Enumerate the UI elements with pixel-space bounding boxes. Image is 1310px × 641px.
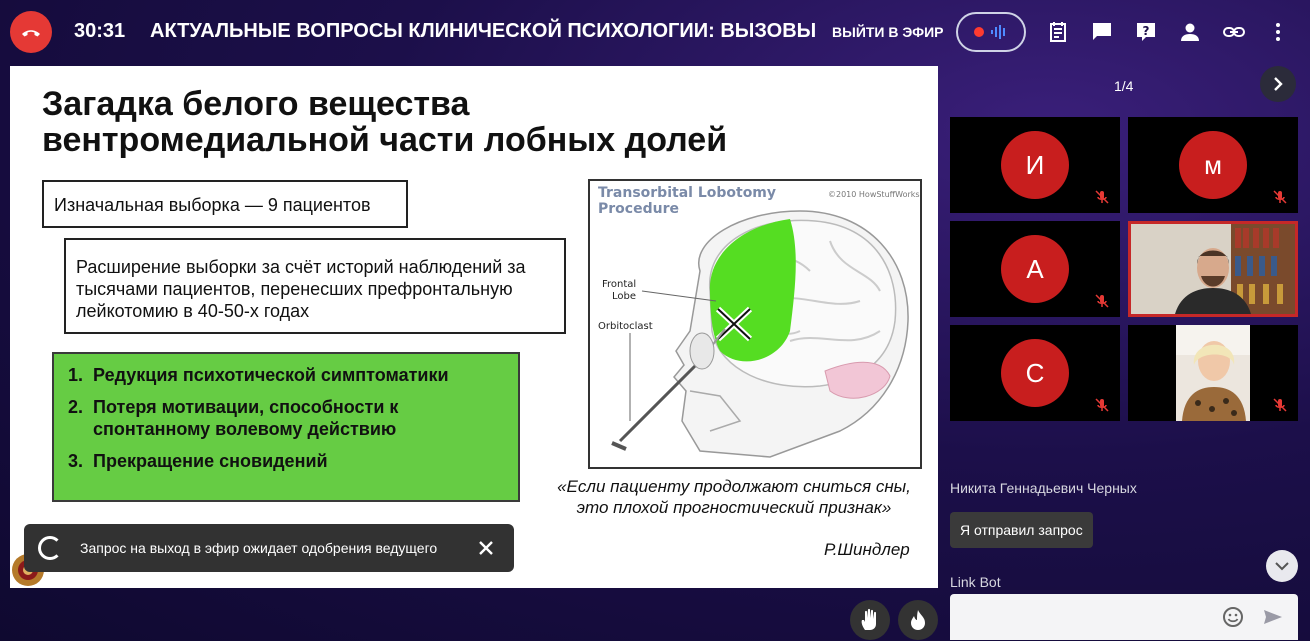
link-icon [1223,27,1245,37]
raise-hand-button[interactable] [850,600,890,640]
bot-name: Link Bot [950,574,1001,590]
audio-wave-icon [991,25,1005,39]
participant-tile[interactable] [1128,325,1298,421]
send-icon[interactable] [1262,606,1284,628]
more-button[interactable] [1264,18,1292,46]
next-page-button[interactable] [1260,66,1296,102]
mic-off-icon [1095,190,1109,204]
help-button[interactable]: ? [1132,18,1160,46]
presentation-slide: Загадка белого вещества вентромедиальной… [10,66,938,588]
participant-tile[interactable]: И [950,117,1120,213]
chat-button[interactable] [1088,18,1116,46]
top-bar: 30:31 АКТУАЛЬНЫЕ ВОПРОСЫ КЛИНИЧЕСКОЙ ПСИ… [0,0,1310,64]
chat-sender-name: Никита Геннадьевич Черных [950,480,1137,496]
quote-author: Р.Шиндлер [824,540,910,559]
fire-icon [911,610,925,630]
illustration-copyright: ©2010 HowStuffWorks [828,190,920,199]
participant-tile[interactable]: м [1128,117,1298,213]
list-item: 1. Редукция психотической симптоматики [68,365,449,385]
avatar: С [1001,339,1069,407]
avatar: И [1001,131,1069,199]
help-icon: ? [1137,23,1155,41]
participant-tile[interactable]: С [950,325,1120,421]
list-item: 3. Прекращение сновидений [68,451,328,471]
record-icon [974,27,984,37]
chat-message: Я отправил запрос [950,512,1093,548]
avatar: А [1001,235,1069,303]
page-indicator: 1/4 [1114,78,1134,94]
frontal-lobe-label-1: Frontal [602,279,636,290]
avatar: м [1179,131,1247,199]
slide-quote: «Если пациенту продолжают сниться сны, э… [557,477,911,517]
svg-text:?: ? [1143,24,1150,38]
hangup-icon [22,30,40,37]
go-live-button[interactable]: ВЫЙТИ В ЭФИР [832,24,944,40]
close-icon[interactable] [476,538,496,558]
initial-sample-box: Изначальная выборка — 9 пациентов [42,180,408,228]
notes-button[interactable] [1044,18,1072,46]
chat-icon [1093,23,1111,40]
hangup-button[interactable] [10,11,52,53]
go-live-request-toast: Запрос на выход в эфир ожидает одобрения… [24,524,514,572]
scroll-down-button[interactable] [1266,550,1298,582]
share-link-button[interactable] [1220,18,1248,46]
participant-video [1131,224,1295,314]
participant-tile[interactable]: А [950,221,1120,317]
frontal-lobe-label-2: Lobe [612,291,636,302]
hand-icon [861,608,876,630]
notes-icon [1050,22,1066,42]
orbitoclast-label: Orbitoclast [598,321,653,332]
toast-message: Запрос на выход в эфир ожидает одобрения… [80,540,438,556]
event-title: АКТУАЛЬНЫЕ ВОПРОСЫ КЛИНИЧЕСКОЙ ПСИХОЛОГИ… [150,20,817,42]
more-icon [1276,23,1280,41]
findings-list: 1. Редукция психотической симптоматики 2.… [52,352,520,502]
profile-button[interactable] [1176,18,1204,46]
mic-off-icon [1095,294,1109,308]
participant-tile-speaking[interactable] [1128,221,1298,317]
reactions-button[interactable] [898,600,938,640]
sample-extension-box: Расширение выборки за счёт историй наблю… [64,238,566,334]
chevron-right-icon [1274,77,1283,91]
record-toggle[interactable] [956,12,1026,52]
chat-input[interactable] [950,594,1298,640]
slide-title: Загадка белого вещества вентромедиальной… [42,85,728,159]
illustration-title-2: Procedure [598,201,679,217]
mic-off-icon [1273,190,1287,204]
mic-off-icon [1273,398,1287,412]
emoji-icon[interactable] [1222,606,1244,628]
illustration-title-1: Transorbital Lobotomy [598,185,776,201]
list-item: 2. Потеря мотивации, способности к спонта… [68,397,399,439]
chevron-down-icon [1275,562,1289,571]
call-timer: 30:31 [74,20,126,42]
brain-skull-illustration: Transorbital Lobotomy Procedure ©2010 Ho… [598,185,920,458]
mic-off-icon [1095,398,1109,412]
user-icon [1181,23,1199,41]
loading-spinner-icon [38,536,62,560]
lobotomy-illustration: Transorbital Lobotomy Procedure ©2010 Ho… [588,179,922,469]
